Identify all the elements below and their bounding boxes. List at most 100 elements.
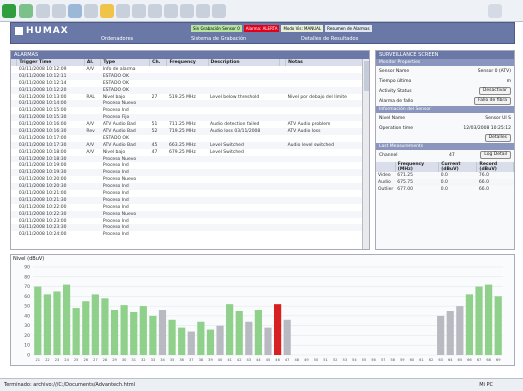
table-row[interactable]: 03/11/2008 10:17:30 A/V ATV Audio Bad 45 663… — [11, 141, 369, 149]
forward-icon[interactable] — [19, 4, 33, 18]
nav-ordenadores[interactable]: Ordenadores — [101, 36, 133, 42]
table-row[interactable]: 03/11/2008 10:22:30 Proceso Nuevo — [11, 210, 369, 218]
home-icon[interactable] — [68, 4, 82, 18]
col-header[interactable]: Ch. — [149, 59, 168, 66]
table-row[interactable]: 03/11/2008 10:16:30 Rev ATV Audio Bad 52 719… — [11, 128, 369, 135]
table-row[interactable]: 03/11/2008 10:20:30 Proceso Ind — [11, 183, 369, 191]
bar[interactable] — [178, 327, 186, 355]
bar[interactable] — [456, 306, 464, 355]
table-cell: Proceso Ind — [100, 169, 150, 177]
bar[interactable] — [149, 315, 157, 355]
details-button[interactable]: Detalles — [484, 134, 511, 142]
nav-grabacion[interactable]: Sistema de Grabación — [191, 36, 246, 42]
prop-button[interactable]: Desactivar — [478, 87, 511, 95]
bar[interactable] — [245, 321, 253, 355]
table-row[interactable]: 03/11/2008 10:21:00 Proceso Ind — [11, 190, 369, 197]
bar[interactable] — [34, 286, 42, 355]
refresh-icon[interactable] — [52, 4, 66, 18]
log-detail-button[interactable]: Log Detail — [480, 151, 511, 159]
bar[interactable] — [82, 301, 90, 355]
table-row[interactable]: 03/11/2008 10:12:11 ESTADO OK — [11, 72, 369, 80]
bar[interactable] — [158, 310, 167, 355]
discuss-icon[interactable] — [180, 4, 194, 18]
table-cell — [285, 224, 369, 232]
bar[interactable] — [168, 319, 176, 355]
table-row[interactable]: 03/11/2008 10:23:00 Proceso Ind — [11, 218, 369, 225]
x-tick-label: 39 — [208, 358, 213, 362]
print-icon[interactable] — [148, 4, 162, 18]
bar[interactable] — [53, 291, 61, 355]
bar[interactable] — [494, 296, 502, 355]
col-header[interactable]: Frequency — [166, 59, 209, 66]
bar[interactable] — [206, 329, 215, 355]
table-row[interactable]: 03/11/2008 10:18:30 Proceso Nuevo — [11, 155, 369, 163]
table-cell — [286, 149, 369, 156]
bar[interactable] — [101, 298, 109, 355]
mail-icon[interactable] — [132, 4, 146, 18]
bar[interactable] — [197, 321, 205, 355]
table-row[interactable]: 03/11/2008 10:17:00 ESTADO OK — [11, 135, 369, 142]
bar[interactable] — [72, 308, 80, 355]
table-row[interactable]: 03/11/2008 10:16:00 A/V ATV Audio Bad 51 711… — [11, 121, 369, 128]
bar[interactable] — [446, 311, 454, 355]
table-cell — [84, 80, 100, 87]
back-icon[interactable] — [2, 4, 16, 18]
table-row[interactable]: 03/11/2008 10:13:00 RAL Nivel bajo 27 519.25… — [11, 94, 369, 101]
bar[interactable] — [264, 327, 272, 355]
col-header[interactable]: Description — [208, 59, 280, 66]
channel-value[interactable]: 47 — [449, 153, 480, 158]
bar[interactable] — [139, 306, 147, 355]
favorites-icon[interactable] — [100, 4, 114, 18]
table-cell: Proceso Nuevo — [102, 177, 137, 183]
bar[interactable] — [62, 284, 71, 355]
col-header[interactable]: Notas — [285, 59, 369, 66]
table-row[interactable]: 03/11/2008 10:22:00 Proceso Ind — [11, 204, 369, 211]
table-row[interactable]: 03/11/2008 10:24:00 Proceso Ind — [11, 231, 369, 238]
bar[interactable] — [235, 311, 243, 355]
bar[interactable] — [130, 311, 138, 355]
table-cell: Info de alarma — [102, 66, 136, 72]
table-row[interactable]: 03/11/2008 10:15:30 Proceso Fijo — [11, 114, 369, 122]
bar[interactable] — [273, 304, 282, 355]
bar[interactable] — [485, 284, 493, 355]
col-header[interactable]: Trigger Time — [16, 59, 85, 66]
history-icon[interactable] — [116, 4, 130, 18]
bar[interactable] — [475, 286, 483, 355]
bar[interactable] — [43, 294, 51, 355]
stop-icon[interactable] — [36, 4, 50, 18]
bar[interactable] — [216, 325, 224, 355]
table-cell — [167, 204, 208, 211]
col-header[interactable]: Al. — [84, 59, 102, 66]
bar[interactable] — [283, 319, 291, 355]
tools-icon[interactable] — [212, 4, 226, 18]
bar[interactable] — [110, 310, 119, 355]
col-header[interactable]: Type — [100, 59, 151, 66]
table-row[interactable]: 03/11/2008 10:12:14 ESTADO OK — [11, 80, 369, 87]
table-row[interactable]: 03/11/2008 10:12:09 A/V Info de alarma — [11, 66, 369, 73]
edit-icon[interactable] — [164, 4, 178, 18]
table-row[interactable]: 03/11/2008 10:20:00 Proceso Nuevo — [11, 176, 369, 183]
x-tick-label: 23 — [55, 358, 60, 362]
bar[interactable] — [226, 304, 234, 355]
bar[interactable] — [187, 331, 195, 355]
bar[interactable] — [254, 310, 263, 355]
table-row[interactable]: 03/11/2008 10:18:00 A/V Nivel bajo 47 679.25… — [11, 149, 369, 156]
table-row[interactable]: 03/11/2008 10:23:30 Proceso Ind — [11, 224, 369, 232]
table-row[interactable]: 03/11/2008 10:15:00 Proceso Ind — [11, 107, 369, 114]
table-row[interactable]: 03/11/2008 10:19:00 Proceso Ind — [11, 162, 369, 169]
scroll-thumb[interactable] — [364, 61, 369, 91]
search-icon[interactable] — [84, 4, 98, 18]
table-row[interactable]: 03/11/2008 10:14:00 Proceso Nuevo — [11, 100, 369, 108]
prop-button[interactable]: Fallo de fibra — [474, 97, 511, 105]
messenger-icon[interactable] — [196, 4, 210, 18]
table-row[interactable]: 03/11/2008 10:12:20 ESTADO OK — [11, 86, 369, 94]
bar[interactable] — [91, 294, 99, 355]
table-row[interactable]: 03/11/2008 10:19:30 Proceso Ind — [11, 169, 369, 177]
nav-resultados[interactable]: Detalles de Resultados — [301, 36, 358, 42]
bar[interactable] — [437, 315, 445, 355]
table-row[interactable]: 03/11/2008 10:21:30 Proceso Ind — [11, 196, 369, 204]
bar[interactable] — [465, 294, 474, 355]
table-cell — [84, 176, 100, 183]
bar[interactable] — [120, 305, 128, 355]
scrollbar[interactable] — [362, 59, 369, 249]
